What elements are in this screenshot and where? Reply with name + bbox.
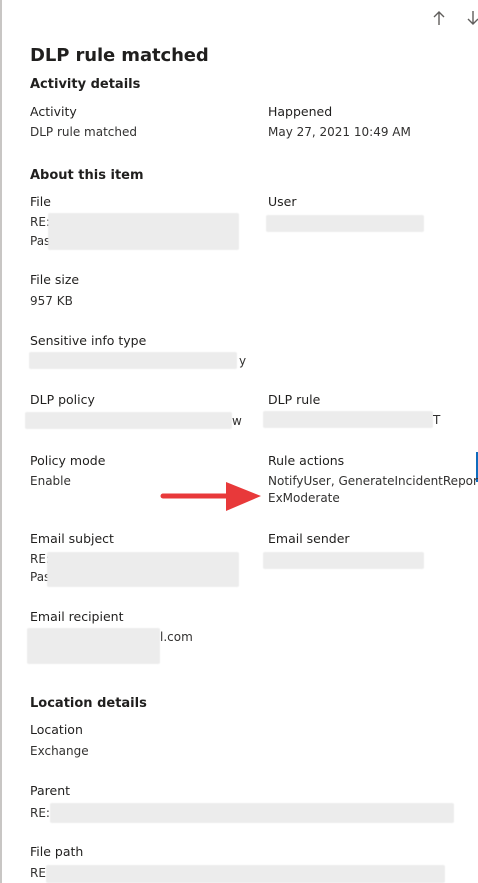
arrow-up-icon (433, 11, 445, 25)
previous-item-button[interactable] (432, 10, 446, 26)
email-recipient-label: Email recipient (30, 609, 124, 624)
panel-title: DLP rule matched (30, 45, 209, 66)
arrow-down-icon (467, 11, 478, 25)
dlp-policy-redaction (25, 412, 232, 429)
rule-actions-line1: NotifyUser, GenerateIncidentReport, (268, 474, 478, 488)
policy-mode-value: Enable (30, 474, 71, 488)
file-size-label: File size (30, 272, 80, 287)
dlp-rule-redaction (263, 411, 433, 428)
activity-value: DLP rule matched (30, 125, 137, 139)
parent-value: RE: (30, 806, 50, 820)
file-size-value: 957 KB (30, 294, 73, 308)
annotation-arrow-icon (160, 482, 261, 511)
sensitive-info-type-label: Sensitive info type (30, 333, 147, 348)
file-path-redaction (46, 865, 445, 883)
rule-actions-line2: ExModerate (268, 491, 340, 505)
email-recipient-tail: l.com (160, 630, 193, 644)
location-value: Exchange (30, 744, 89, 758)
parent-label: Parent (30, 783, 71, 798)
rule-actions-label: Rule actions (268, 453, 345, 468)
dlp-rule-tail: T (433, 413, 441, 427)
sensitive-info-tail: y (239, 354, 247, 368)
user-redaction (266, 215, 424, 232)
dlp-policy-tail: w (232, 414, 242, 428)
email-subject-label: Email subject (30, 531, 114, 546)
file-redaction (48, 213, 239, 250)
email-sender-redaction (263, 552, 424, 569)
about-item-heading: About this item (30, 168, 144, 183)
file-path-label: File path (30, 844, 84, 859)
happened-value: May 27, 2021 10:49 AM (268, 125, 411, 139)
parent-redaction (50, 803, 454, 823)
email-subject-redaction (47, 552, 239, 587)
location-details-heading: Location details (30, 696, 147, 711)
panel-left-border (0, 0, 2, 883)
file-label: File (30, 194, 51, 209)
happened-label: Happened (268, 104, 333, 119)
activity-details-heading: Activity details (30, 77, 141, 92)
dlp-policy-label: DLP policy (30, 392, 95, 407)
dlp-rule-label: DLP rule (268, 392, 321, 407)
sensitive-info-redaction (29, 352, 237, 369)
file-value-line1: RE: (30, 215, 50, 229)
location-label: Location (30, 722, 83, 737)
email-recipient-redaction (27, 628, 160, 664)
next-item-button[interactable] (466, 10, 478, 26)
user-label: User (268, 194, 297, 209)
policy-mode-label: Policy mode (30, 453, 106, 468)
email-sender-label: Email sender (268, 531, 350, 546)
activity-label: Activity (30, 104, 77, 119)
